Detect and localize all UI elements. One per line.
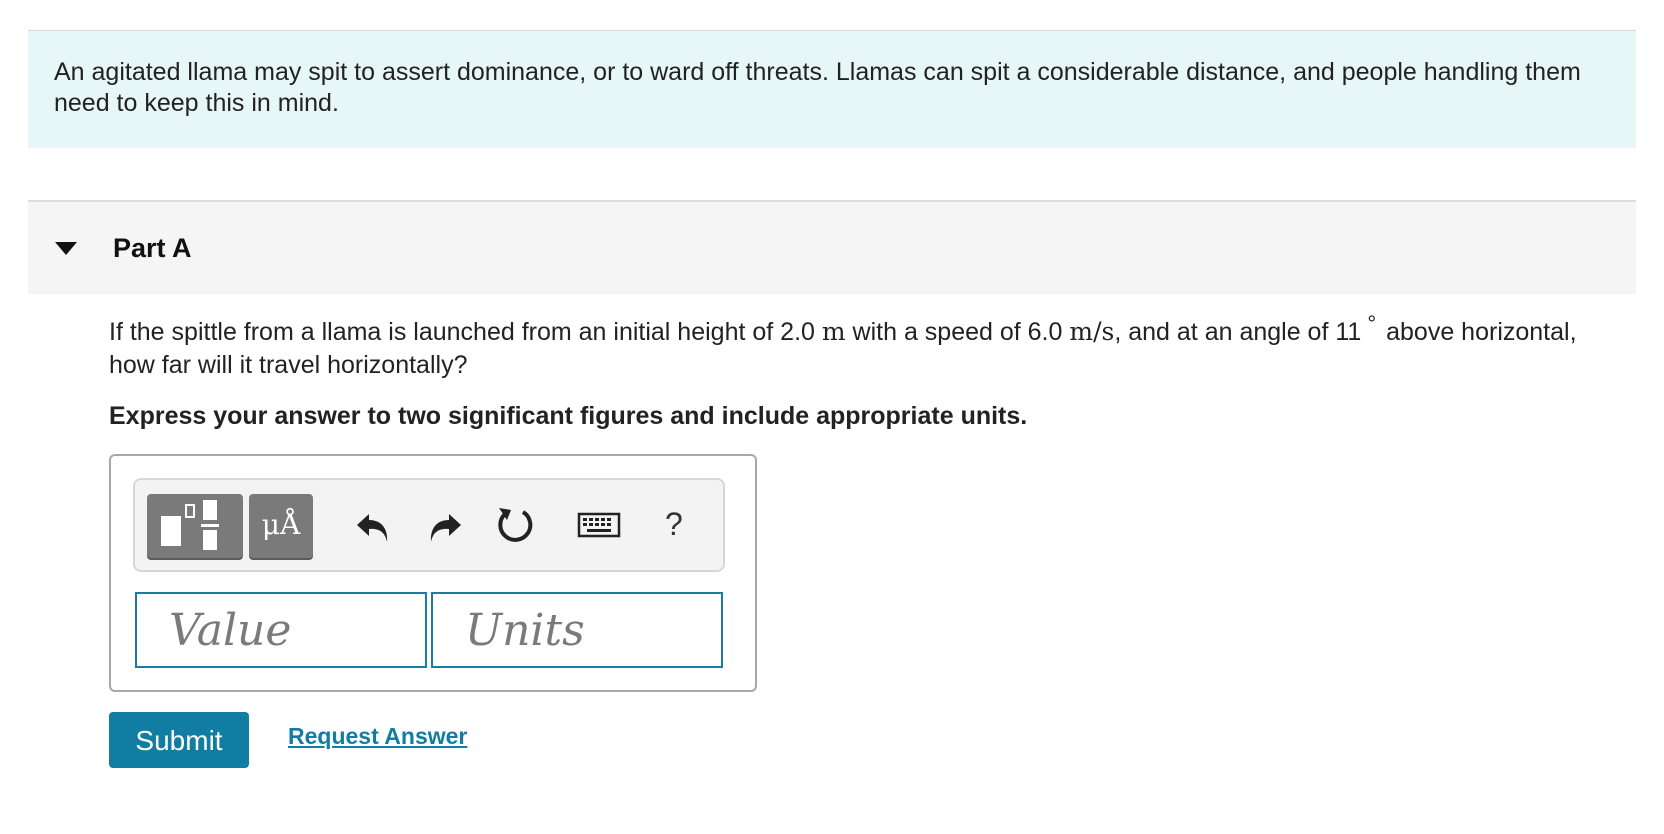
request-answer-link[interactable]: Request Answer	[288, 723, 467, 750]
symbols-label: μÅ	[261, 508, 301, 541]
degree-symbol: °	[1367, 311, 1377, 336]
question-part-1: If the spittle from a llama is launched …	[109, 318, 815, 346]
value-field[interactable]	[135, 592, 427, 668]
reset-icon[interactable]	[487, 498, 543, 554]
submit-button[interactable]: Submit	[109, 712, 249, 768]
height-unit: m	[821, 317, 846, 346]
redo-icon[interactable]	[415, 498, 471, 554]
question-part-3: , and at an angle of 11	[1114, 318, 1362, 346]
units-input[interactable]	[433, 594, 721, 666]
value-input[interactable]	[137, 594, 425, 666]
answer-box: μÅ ?	[109, 454, 757, 692]
caret-down-icon[interactable]	[55, 242, 77, 255]
units-field[interactable]	[431, 592, 723, 668]
templates-button[interactable]	[147, 494, 243, 558]
help-button[interactable]: ?	[665, 506, 683, 543]
intro-panel: An agitated llama may spit to assert dom…	[28, 31, 1636, 148]
intro-text: An agitated llama may spit to assert dom…	[54, 58, 1581, 117]
undo-icon[interactable]	[347, 498, 403, 554]
part-a-header[interactable]: Part A	[28, 200, 1636, 294]
question-part-2: with a speed of 6.0	[852, 318, 1063, 346]
instruction-text: Express your answer to two significant f…	[109, 402, 1028, 430]
part-title: Part A	[113, 233, 192, 263]
symbols-button[interactable]: μÅ	[249, 494, 313, 558]
question-text: If the spittle from a llama is launched …	[109, 311, 1609, 381]
keyboard-icon[interactable]	[573, 498, 629, 554]
math-toolbar: μÅ ?	[133, 478, 725, 572]
speed-unit: m/s	[1069, 317, 1115, 346]
